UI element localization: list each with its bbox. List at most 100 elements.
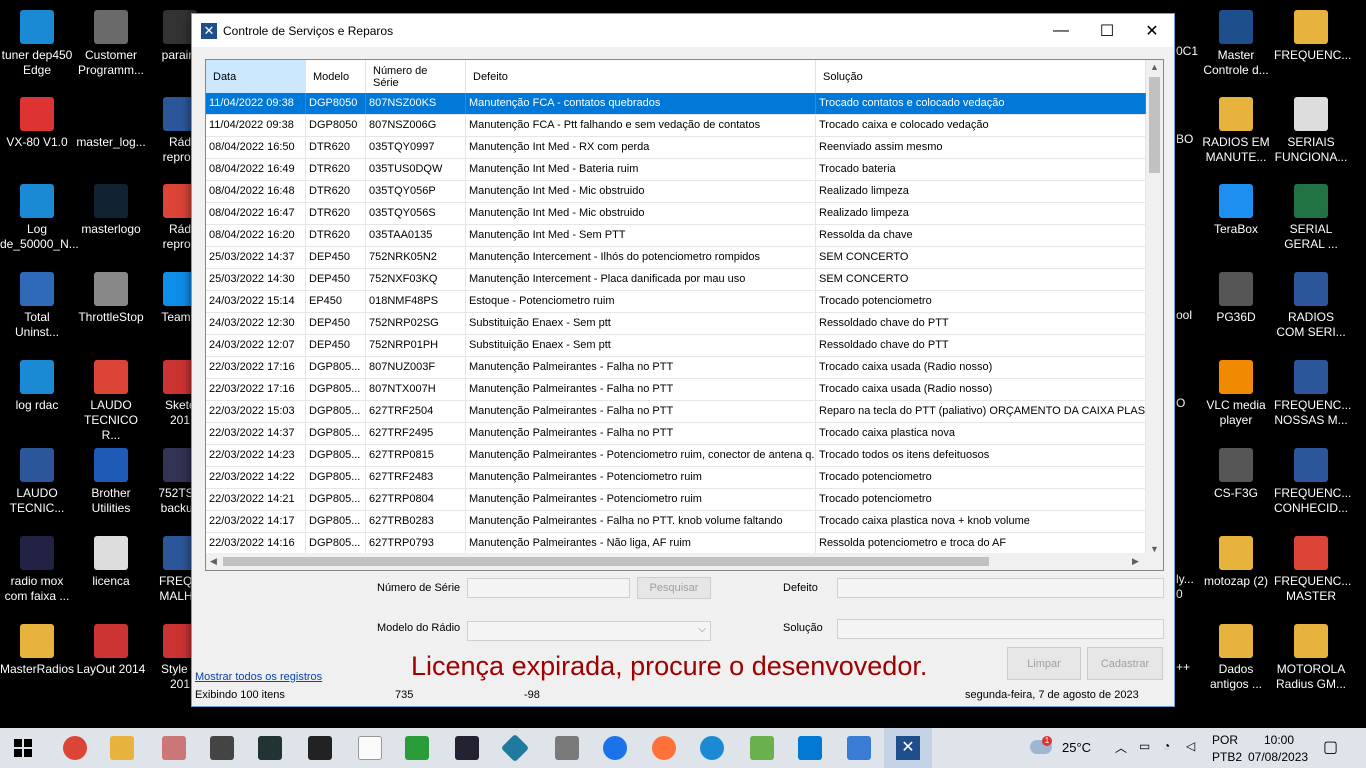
cell-serie[interactable]: 807NUZ003F <box>366 357 466 378</box>
cell-solucao[interactable]: Trocado caixa e colocado vedação <box>816 115 1146 136</box>
cell-data[interactable]: 22/03/2022 17:16 <box>206 357 306 378</box>
firefox-icon[interactable] <box>652 736 676 760</box>
desktop-shortcut[interactable]: Log de_50000_N... <box>0 184 79 252</box>
desktop-shortcut[interactable]: master_log... <box>74 97 148 150</box>
clock-date[interactable]: 07/08/2023 <box>1248 750 1308 764</box>
desktop-shortcut[interactable]: LAUDO TECNIC... <box>0 448 74 516</box>
desktop-shortcut[interactable]: FREQUENC... <box>1274 10 1351 63</box>
desktop-shortcut[interactable]: PG36D <box>1199 272 1273 325</box>
cell-solucao[interactable]: Reparo na tecla do PTT (paliativo) ORÇAM… <box>816 401 1146 422</box>
cell-solucao[interactable]: Trocado todos os itens defeituosos <box>816 445 1146 466</box>
cell-solucao[interactable]: Trocado caixa usada (Radio nosso) <box>816 379 1146 400</box>
cell-defeito[interactable]: Manutenção Int Med - RX com perda <box>466 137 816 158</box>
table-row[interactable]: 25/03/2022 14:30 DEP450 752NXF03KQ Manutenç… <box>206 269 1146 291</box>
cell-data[interactable]: 11/04/2022 09:38 <box>206 115 306 136</box>
table-row[interactable]: 11/04/2022 09:38 DGP8050 807NSZ006G Manuten… <box>206 115 1146 137</box>
vertical-scrollbar[interactable]: ▲ ▼ <box>1146 60 1163 556</box>
minimize-button[interactable]: — <box>1038 14 1084 47</box>
cell-solucao[interactable]: Ressolda da chave <box>816 225 1146 246</box>
cell-data[interactable]: 22/03/2022 17:16 <box>206 379 306 400</box>
cell-defeito[interactable]: Manutenção Int Med - Mic obstruido <box>466 203 816 224</box>
header-numero-serie[interactable]: Número de Série <box>366 60 466 93</box>
cell-solucao[interactable]: Trocado caixa plastica nova + knob volum… <box>816 511 1146 532</box>
document-icon[interactable] <box>358 736 382 760</box>
table-row[interactable]: 22/03/2022 14:16 DGP805... 627TRP0793 Manut… <box>206 533 1146 555</box>
desktop-shortcut[interactable]: LAUDO TECNICO R... <box>74 360 148 443</box>
cell-defeito[interactable]: Manutenção FCA - contatos quebrados <box>466 93 816 114</box>
table-row[interactable]: 22/03/2022 14:37 DGP805... 627TRF2495 Manut… <box>206 423 1146 445</box>
cell-defeito[interactable]: Manutenção Palmeirantes - Falha no PTT. … <box>466 511 816 532</box>
cell-data[interactable]: 22/03/2022 14:23 <box>206 445 306 466</box>
maximize-button[interactable]: ☐ <box>1084 14 1130 47</box>
grid-app-icon[interactable] <box>405 736 429 760</box>
cell-defeito[interactable]: Manutenção Intercement - Ilhós do potenc… <box>466 247 816 268</box>
records-grid[interactable]: Data Modelo Número de Série Defeito Solu… <box>205 59 1164 571</box>
cell-solucao[interactable]: Ressolda potenciometro e troca do AF <box>816 533 1146 554</box>
temperature[interactable]: 25°C <box>1062 740 1091 755</box>
calculator-icon[interactable] <box>555 736 579 760</box>
search-button[interactable]: Pesquisar <box>637 577 711 599</box>
cell-modelo[interactable]: DTR620 <box>306 203 366 224</box>
cell-defeito[interactable]: Estoque - Potenciometro ruim <box>466 291 816 312</box>
table-row[interactable]: 22/03/2022 17:16 DGP805... 807NTX007H Manut… <box>206 379 1146 401</box>
desktop-shortcut[interactable]: SERIAIS FUNCIONA... <box>1274 97 1348 165</box>
cell-solucao[interactable]: Trocado caixa usada (Radio nosso) <box>816 357 1146 378</box>
cell-modelo[interactable]: DGP805... <box>306 445 366 466</box>
cell-modelo[interactable]: DGP8050 <box>306 115 366 136</box>
table-row[interactable]: 22/03/2022 15:03 DGP805... 627TRF2504 Manut… <box>206 401 1146 423</box>
cell-data[interactable]: 24/03/2022 12:30 <box>206 313 306 334</box>
cell-defeito[interactable]: Substituição Enaex - Sem ptt <box>466 313 816 334</box>
desktop-shortcut[interactable]: VX-80 V1.0 <box>0 97 74 150</box>
radio-icon[interactable] <box>308 736 332 760</box>
clock-time[interactable]: 10:00 <box>1264 733 1294 747</box>
show-all-link[interactable]: Mostrar todos os registros <box>195 671 322 683</box>
cell-defeito[interactable]: Manutenção Palmeirantes - Potenciometro … <box>466 445 816 466</box>
cell-data[interactable]: 11/04/2022 09:38 <box>206 93 306 114</box>
cell-serie[interactable]: 807NTX007H <box>366 379 466 400</box>
cell-modelo[interactable]: DGP8050 <box>306 93 366 114</box>
cell-serie[interactable]: 035TUS0DQW <box>366 159 466 180</box>
cell-defeito[interactable]: Manutenção Int Med - Mic obstruido <box>466 181 816 202</box>
cell-solucao[interactable]: Realizado limpeza <box>816 181 1146 202</box>
cell-data[interactable]: 08/04/2022 16:50 <box>206 137 306 158</box>
desktop-shortcut[interactable]: ThrottleStop <box>74 272 148 325</box>
table-row[interactable]: 22/03/2022 14:17 DGP805... 627TRB0283 Manut… <box>206 511 1146 533</box>
solution-input[interactable] <box>837 619 1164 639</box>
desktop-shortcut[interactable]: FREQUENC... MASTER <box>1274 536 1351 604</box>
cell-serie[interactable]: 807NSZ006G <box>366 115 466 136</box>
table-row[interactable]: 22/03/2022 14:23 DGP805... 627TRP0815 Manut… <box>206 445 1146 467</box>
cell-modelo[interactable]: DGP805... <box>306 489 366 510</box>
cell-serie[interactable]: 627TRP0815 <box>366 445 466 466</box>
defect-input[interactable] <box>837 578 1164 598</box>
tool-icon[interactable] <box>162 736 186 760</box>
cell-serie[interactable]: 627TRP0804 <box>366 489 466 510</box>
table-row[interactable]: 08/04/2022 16:47 DTR620 035TQY056S Manutenç… <box>206 203 1146 225</box>
cell-defeito[interactable]: Manutenção Int Med - Bateria ruim <box>466 159 816 180</box>
cell-data[interactable]: 08/04/2022 16:20 <box>206 225 306 246</box>
cell-data[interactable]: 08/04/2022 16:48 <box>206 181 306 202</box>
cell-defeito[interactable]: Manutenção Palmeirantes - Potenciometro … <box>466 467 816 488</box>
desktop-shortcut[interactable]: tuner dep450 Edge <box>0 10 74 78</box>
cell-serie[interactable]: 752NXF03KQ <box>366 269 466 290</box>
cell-solucao[interactable]: Realizado limpeza <box>816 203 1146 224</box>
table-row[interactable]: 08/04/2022 16:50 DTR620 035TQY0997 Manutenç… <box>206 137 1146 159</box>
cell-modelo[interactable]: DTR620 <box>306 137 366 158</box>
clear-button[interactable]: Limpar <box>1007 647 1081 680</box>
vertical-scroll-thumb[interactable] <box>1149 77 1160 173</box>
title-bar[interactable]: ✕ Controle de Serviços e Reparos — ☐ ✕ <box>192 14 1174 47</box>
cell-defeito[interactable]: Manutenção FCA - Ptt falhando e sem veda… <box>466 115 816 136</box>
desktop-shortcut[interactable]: Dados antigos ... <box>1199 624 1273 692</box>
cell-serie[interactable]: 035TQY056S <box>366 203 466 224</box>
desktop-shortcut[interactable]: RADIOS COM SERI... <box>1274 272 1348 340</box>
keyboard-layout[interactable]: PTB2 <box>1212 750 1242 764</box>
desktop-shortcut[interactable]: LayOut 2014 <box>74 624 148 677</box>
header-solucao[interactable]: Solução <box>816 60 1146 93</box>
file-explorer-icon[interactable] <box>110 736 134 760</box>
cell-data[interactable]: 22/03/2022 14:22 <box>206 467 306 488</box>
desktop-shortcut[interactable]: Customer Programm... <box>74 10 148 78</box>
table-row[interactable]: 24/03/2022 15:14 EP450 018NMF48PS Estoque -… <box>206 291 1146 313</box>
cell-modelo[interactable]: DGP805... <box>306 511 366 532</box>
cell-solucao[interactable]: Trocado potenciometro <box>816 291 1146 312</box>
table-row[interactable]: 08/04/2022 16:48 DTR620 035TQY056P Manutenç… <box>206 181 1146 203</box>
cell-solucao[interactable]: Trocado caixa plastica nova <box>816 423 1146 444</box>
